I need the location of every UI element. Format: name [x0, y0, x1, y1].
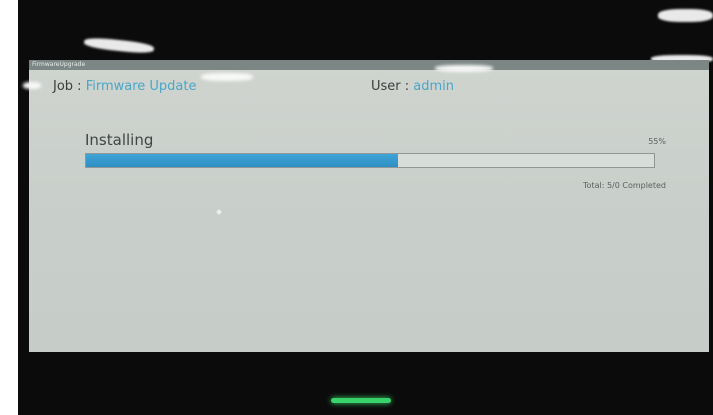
- bezel-reflection: [658, 9, 713, 22]
- monitor-photo: FirmwareUpgrade Job : Firmware Update Us…: [18, 0, 713, 415]
- window-title: FirmwareUpgrade: [29, 60, 709, 70]
- job-info: Job : Firmware Update: [53, 79, 196, 94]
- progress-percent: 55%: [648, 137, 666, 146]
- user-label: User :: [371, 79, 414, 94]
- job-label: Job :: [53, 79, 86, 94]
- bezel-reflection: [83, 36, 155, 55]
- screen-reflection: [435, 65, 493, 72]
- pointer-icon: [216, 209, 222, 215]
- job-value: Firmware Update: [85, 79, 197, 94]
- power-indicator-light: [331, 398, 391, 403]
- progress-status: Installing: [85, 131, 154, 149]
- progress-bar: [85, 153, 655, 168]
- progress-total: Total: 5/0 Completed: [583, 181, 666, 190]
- progress-bar-fill: [86, 154, 399, 167]
- firmware-upgrade-window: FirmwareUpgrade Job : Firmware Update Us…: [23, 60, 709, 352]
- screen-reflection: [23, 82, 41, 89]
- user-value: admin: [413, 79, 455, 94]
- screen-reflection: [201, 73, 253, 81]
- user-info: User : admin: [371, 79, 454, 94]
